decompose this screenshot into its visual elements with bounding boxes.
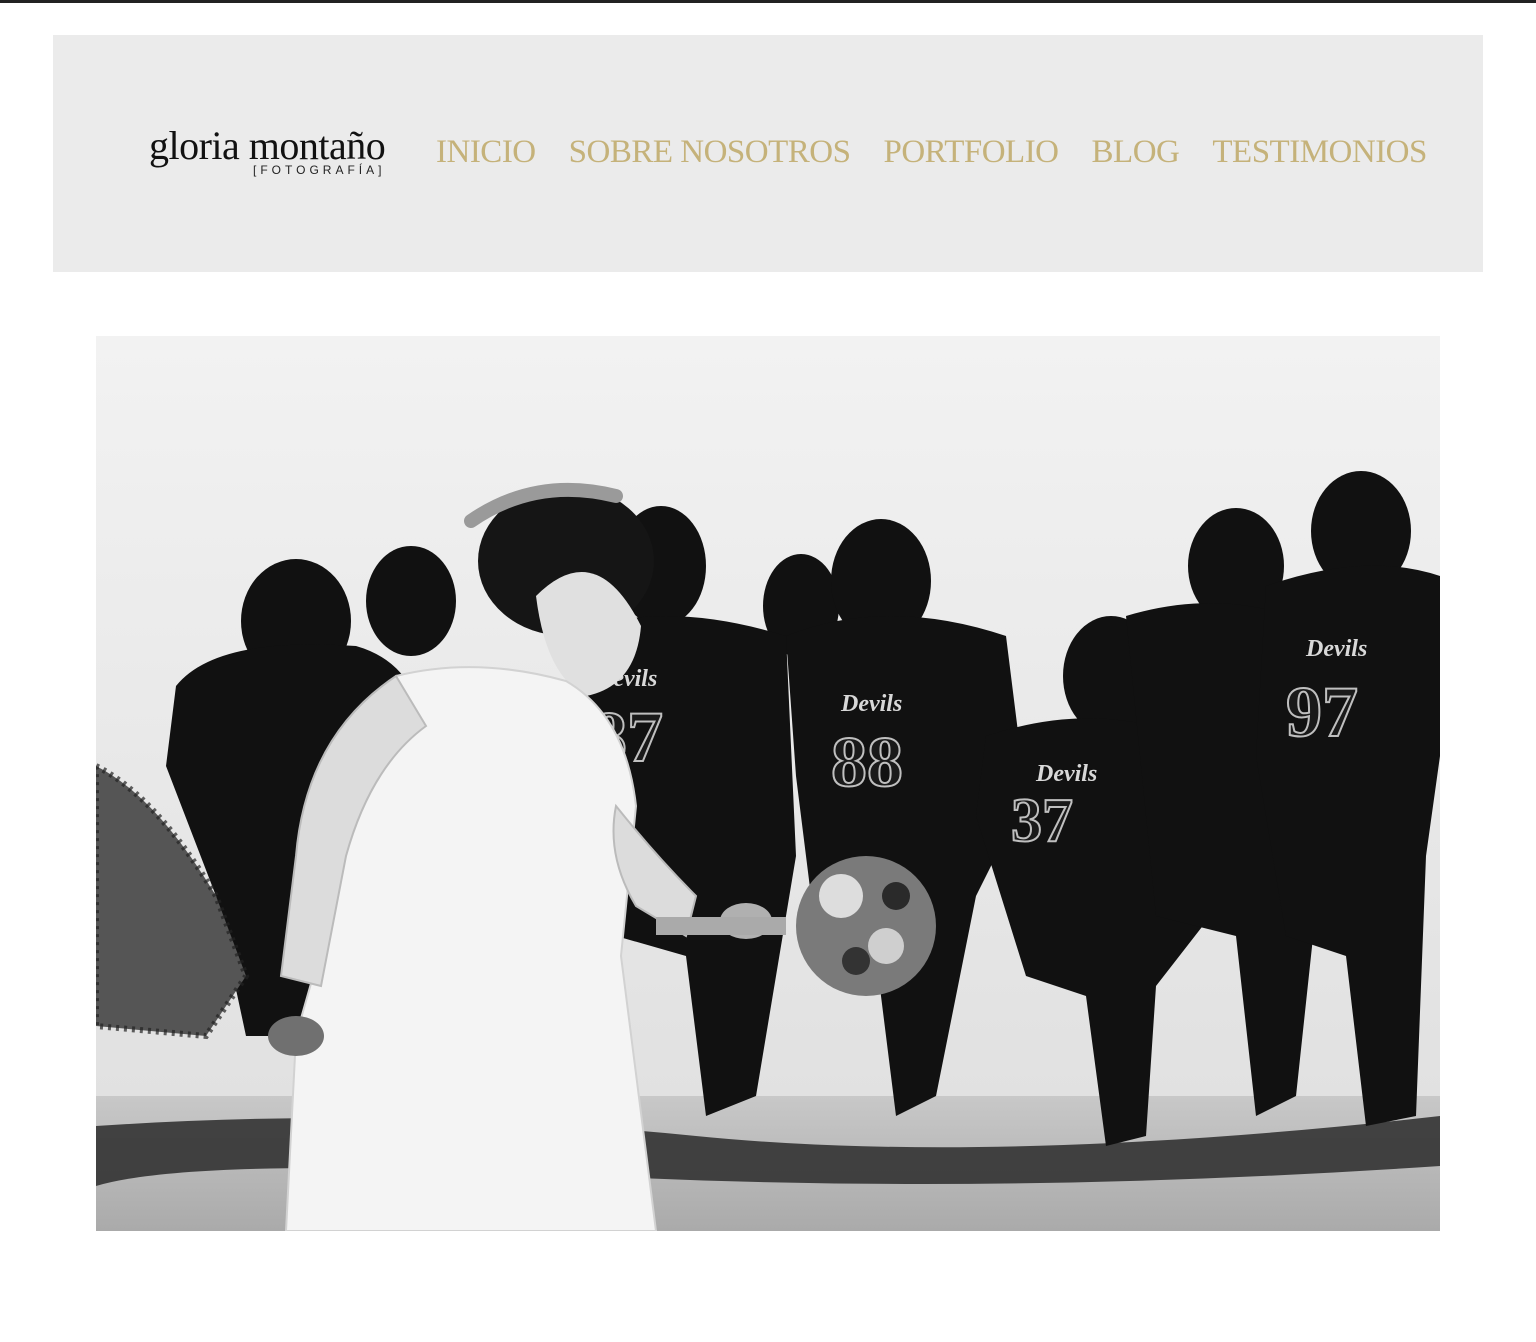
jersey-number-4: 97 xyxy=(1286,672,1358,752)
nav-item-testimonios[interactable]: TESTIMONIOS xyxy=(1212,132,1427,172)
nav-item-portfolio[interactable]: PORTFOLIO xyxy=(883,132,1059,172)
jersey-number-3: 37 xyxy=(1011,787,1073,855)
jersey-text-4: Devils xyxy=(1305,636,1367,662)
hero-photo: Devils 87 Devils 88 Devils 37 Devils 97 xyxy=(96,336,1440,1231)
nav-item-blog[interactable]: BLOG xyxy=(1092,132,1180,172)
jersey-number-2: 88 xyxy=(831,722,903,802)
logo-tagline: [FOTOGRAFÍA] xyxy=(253,163,386,177)
nav-item-inicio[interactable]: INICIO xyxy=(436,132,536,172)
main-nav: INICIO SOBRE NOSOTROS PORTFOLIO BLOG TES… xyxy=(436,132,1427,172)
site-header: gloria montaño [FOTOGRAFÍA] INICIO SOBRE… xyxy=(53,35,1483,272)
site-logo[interactable]: gloria montaño [FOTOGRAFÍA] xyxy=(149,123,409,183)
nav-item-sobre-nosotros[interactable]: SOBRE NOSOTROS xyxy=(569,132,851,172)
jersey-text-3: Devils xyxy=(1035,761,1097,787)
jersey-text-2: Devils xyxy=(840,691,902,717)
top-border xyxy=(0,0,1536,3)
hero-photo-illustration: Devils 87 Devils 88 Devils 37 Devils 97 xyxy=(96,336,1440,1231)
